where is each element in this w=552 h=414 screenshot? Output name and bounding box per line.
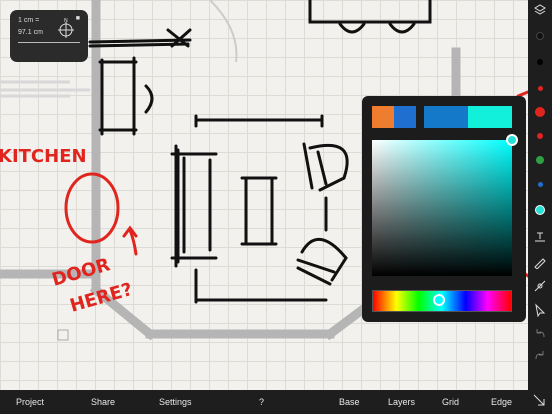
color-dot-green[interactable]	[528, 150, 552, 170]
redo-icon[interactable]	[528, 346, 552, 366]
svg-text:N: N	[64, 18, 68, 24]
help-button[interactable]: ?	[259, 397, 264, 407]
color-dot-black-large[interactable]	[528, 26, 552, 46]
undo-icon[interactable]	[528, 324, 552, 344]
scale-bar	[18, 42, 80, 43]
color-dot-red-small[interactable]	[528, 78, 552, 98]
saturation-handle[interactable]	[506, 134, 518, 146]
scale-label: 1 cm =	[18, 17, 40, 24]
scale-widget[interactable]: 1 cm = 97.1 cm N ■	[10, 10, 88, 62]
layers-icon[interactable]	[528, 0, 552, 20]
door-annotation: DOOR	[50, 254, 113, 291]
right-toolbar	[528, 0, 552, 390]
base-button[interactable]: Base	[339, 397, 360, 407]
color-picker[interactable]	[362, 96, 526, 322]
edge-button[interactable]: Edge	[491, 397, 512, 407]
node-icon[interactable]	[528, 276, 552, 296]
color-dot-red-alt[interactable]	[528, 126, 552, 146]
project-button[interactable]: Project	[16, 397, 44, 407]
color-dot-cyan-selected[interactable]	[528, 200, 552, 220]
lock-icon[interactable]: ■	[76, 15, 80, 22]
swatch-previous[interactable]	[424, 106, 468, 128]
hue-handle[interactable]	[433, 294, 445, 306]
scale-value: 97.1 cm	[18, 29, 43, 36]
brush-icon[interactable]	[528, 252, 552, 272]
share-button[interactable]: Share	[91, 397, 115, 407]
select-arrow-icon[interactable]	[528, 300, 552, 320]
grid-button[interactable]: Grid	[442, 397, 459, 407]
distance-icon[interactable]	[528, 226, 552, 246]
settings-button[interactable]: Settings	[159, 397, 192, 407]
color-dot-red[interactable]	[528, 102, 552, 122]
swatch-current[interactable]	[468, 106, 512, 128]
compass-icon[interactable]: N	[58, 18, 74, 38]
color-dot-blue[interactable]	[528, 174, 552, 194]
node-marker[interactable]	[57, 329, 69, 341]
color-dot-black[interactable]	[528, 52, 552, 72]
saturation-value-area[interactable]	[372, 140, 512, 276]
drawing-canvas[interactable]: KITCHEN DOOR HERE? 1 cm = 97.1 cm N ■	[0, 0, 528, 390]
expand-icon[interactable]	[532, 393, 546, 407]
kitchen-annotation: KITCHEN	[0, 146, 87, 167]
swatch-orange[interactable]	[372, 106, 394, 128]
bottom-bar: Project Share Settings ? Base Layers Gri…	[0, 390, 552, 414]
swatch-blue[interactable]	[394, 106, 416, 128]
layers-button[interactable]: Layers	[388, 397, 415, 407]
